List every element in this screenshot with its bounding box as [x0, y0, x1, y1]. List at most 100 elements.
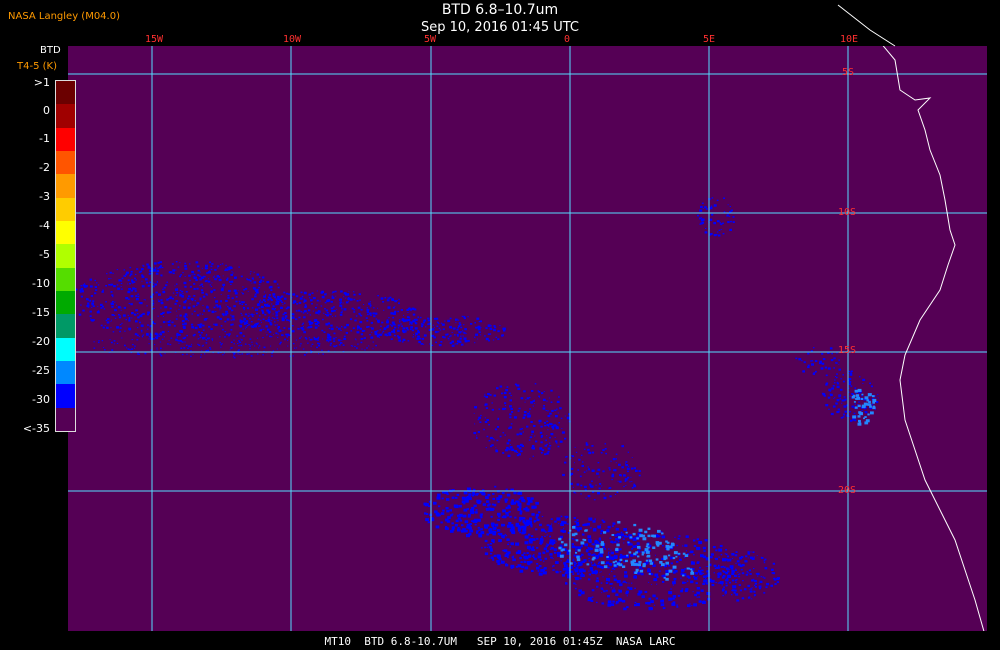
cloud-pixel [631, 457, 633, 458]
cloud-pixel [191, 270, 195, 274]
cloud-pixel [546, 420, 549, 422]
cloud-pixel [497, 529, 500, 532]
cloud-pixel [686, 567, 690, 570]
cloud-pixel [604, 443, 606, 445]
cloud-pixel [277, 286, 280, 289]
cloud-pixel [473, 412, 475, 414]
cloud-pixel [591, 445, 594, 447]
cloud-pixel [370, 321, 373, 324]
cloud-pixel [493, 329, 496, 332]
cloud-pixel [737, 571, 739, 573]
cloud-pixel [698, 541, 703, 545]
cloud-pixel [776, 581, 779, 583]
cloud-pixel [163, 286, 166, 289]
cloud-pixel [518, 447, 522, 450]
cloud-pixel [748, 588, 750, 590]
cloud-pixel [303, 299, 307, 302]
cloud-pixel [357, 328, 359, 330]
cloud-pixel [624, 571, 628, 574]
cloud-pixel [178, 342, 180, 344]
cloud-pixel [251, 298, 254, 301]
cloud-pixel [680, 577, 682, 579]
cloud-pixel [636, 542, 640, 545]
cloud-pixel [296, 347, 298, 349]
cloud-pixel [397, 310, 399, 313]
cloud-pixel [314, 321, 316, 323]
cloud-pixel [295, 339, 297, 341]
cloud-pixel [521, 445, 524, 447]
cloud-pixel [867, 413, 870, 416]
cloud-pixel [597, 492, 600, 495]
cloud-pixel [478, 321, 481, 323]
cloud-pixel [108, 278, 110, 280]
cloud-pixel [466, 523, 471, 528]
cloud-pixel [370, 314, 372, 316]
cloud-pixel [184, 262, 187, 265]
cloud-pixel [339, 313, 343, 316]
cloud-pixel [91, 319, 94, 322]
cloud-pixel [573, 582, 576, 585]
cloud-pixel [138, 271, 141, 273]
cloud-pixel [578, 458, 581, 461]
cloud-pixel [435, 512, 440, 516]
cloud-pixel [709, 206, 713, 210]
cloud-pixel [343, 296, 345, 298]
cloud-pixel [339, 303, 341, 305]
cloud-pixel [312, 297, 316, 300]
cloud-pixel [658, 570, 661, 572]
cloud-pixel [567, 551, 570, 554]
cloud-pixel [721, 576, 725, 579]
cloud-pixel [560, 529, 564, 533]
cloud-pixel [600, 524, 602, 526]
cloud-pixel [277, 320, 279, 322]
cloud-pixel [633, 483, 636, 486]
cloud-pixel [561, 428, 563, 429]
cloud-pixel [166, 321, 168, 323]
cloud-pixel [128, 288, 132, 291]
cloud-pixel [295, 318, 298, 321]
cloud-pixel [169, 307, 172, 310]
cloud-pixel [301, 295, 304, 298]
cloud-pixel [519, 532, 521, 534]
cloud-pixel [284, 317, 287, 319]
cloud-pixel [216, 306, 219, 308]
cloud-pixel [746, 571, 748, 573]
cloud-pixel [662, 607, 666, 610]
cloud-pixel [488, 424, 490, 426]
cloud-pixel [391, 325, 393, 326]
cloud-pixel [317, 337, 319, 339]
cloud-pixel [506, 524, 511, 528]
cloud-pixel [260, 299, 262, 301]
cloud-pixel [492, 527, 496, 530]
cloud-pixel [829, 393, 832, 395]
cloud-pixel [217, 265, 220, 267]
cloud-pixel [461, 529, 465, 533]
cloud-pixel [763, 560, 766, 562]
cloud-pixel [513, 491, 517, 495]
cloud-pixel [137, 327, 139, 329]
cloud-pixel [515, 542, 520, 546]
cloud-pixel [318, 343, 321, 345]
cloud-pixel [460, 343, 464, 346]
cloud-pixel [189, 303, 191, 305]
cloud-pixel [298, 316, 301, 319]
cloud-pixel [463, 324, 465, 326]
cloud-pixel [488, 545, 492, 549]
cloud-pixel [417, 330, 420, 332]
cloud-pixel [525, 399, 527, 401]
cloud-pixel [753, 568, 755, 570]
cloud-pixel [756, 572, 760, 576]
cloud-pixel [478, 529, 481, 531]
cloud-pixel [490, 515, 493, 518]
cloud-pixel [519, 432, 523, 435]
cloud-pixel [679, 557, 681, 558]
cloud-pixel [616, 562, 620, 566]
cloud-pixel [538, 565, 542, 568]
cloud-pixel [635, 469, 638, 472]
cloud-pixel [269, 335, 271, 338]
cloud-pixel [479, 421, 482, 423]
cloud-pixel [331, 292, 333, 294]
cloud-pixel [590, 561, 593, 563]
cloud-pixel [854, 387, 857, 389]
cloud-pixel [231, 323, 234, 326]
